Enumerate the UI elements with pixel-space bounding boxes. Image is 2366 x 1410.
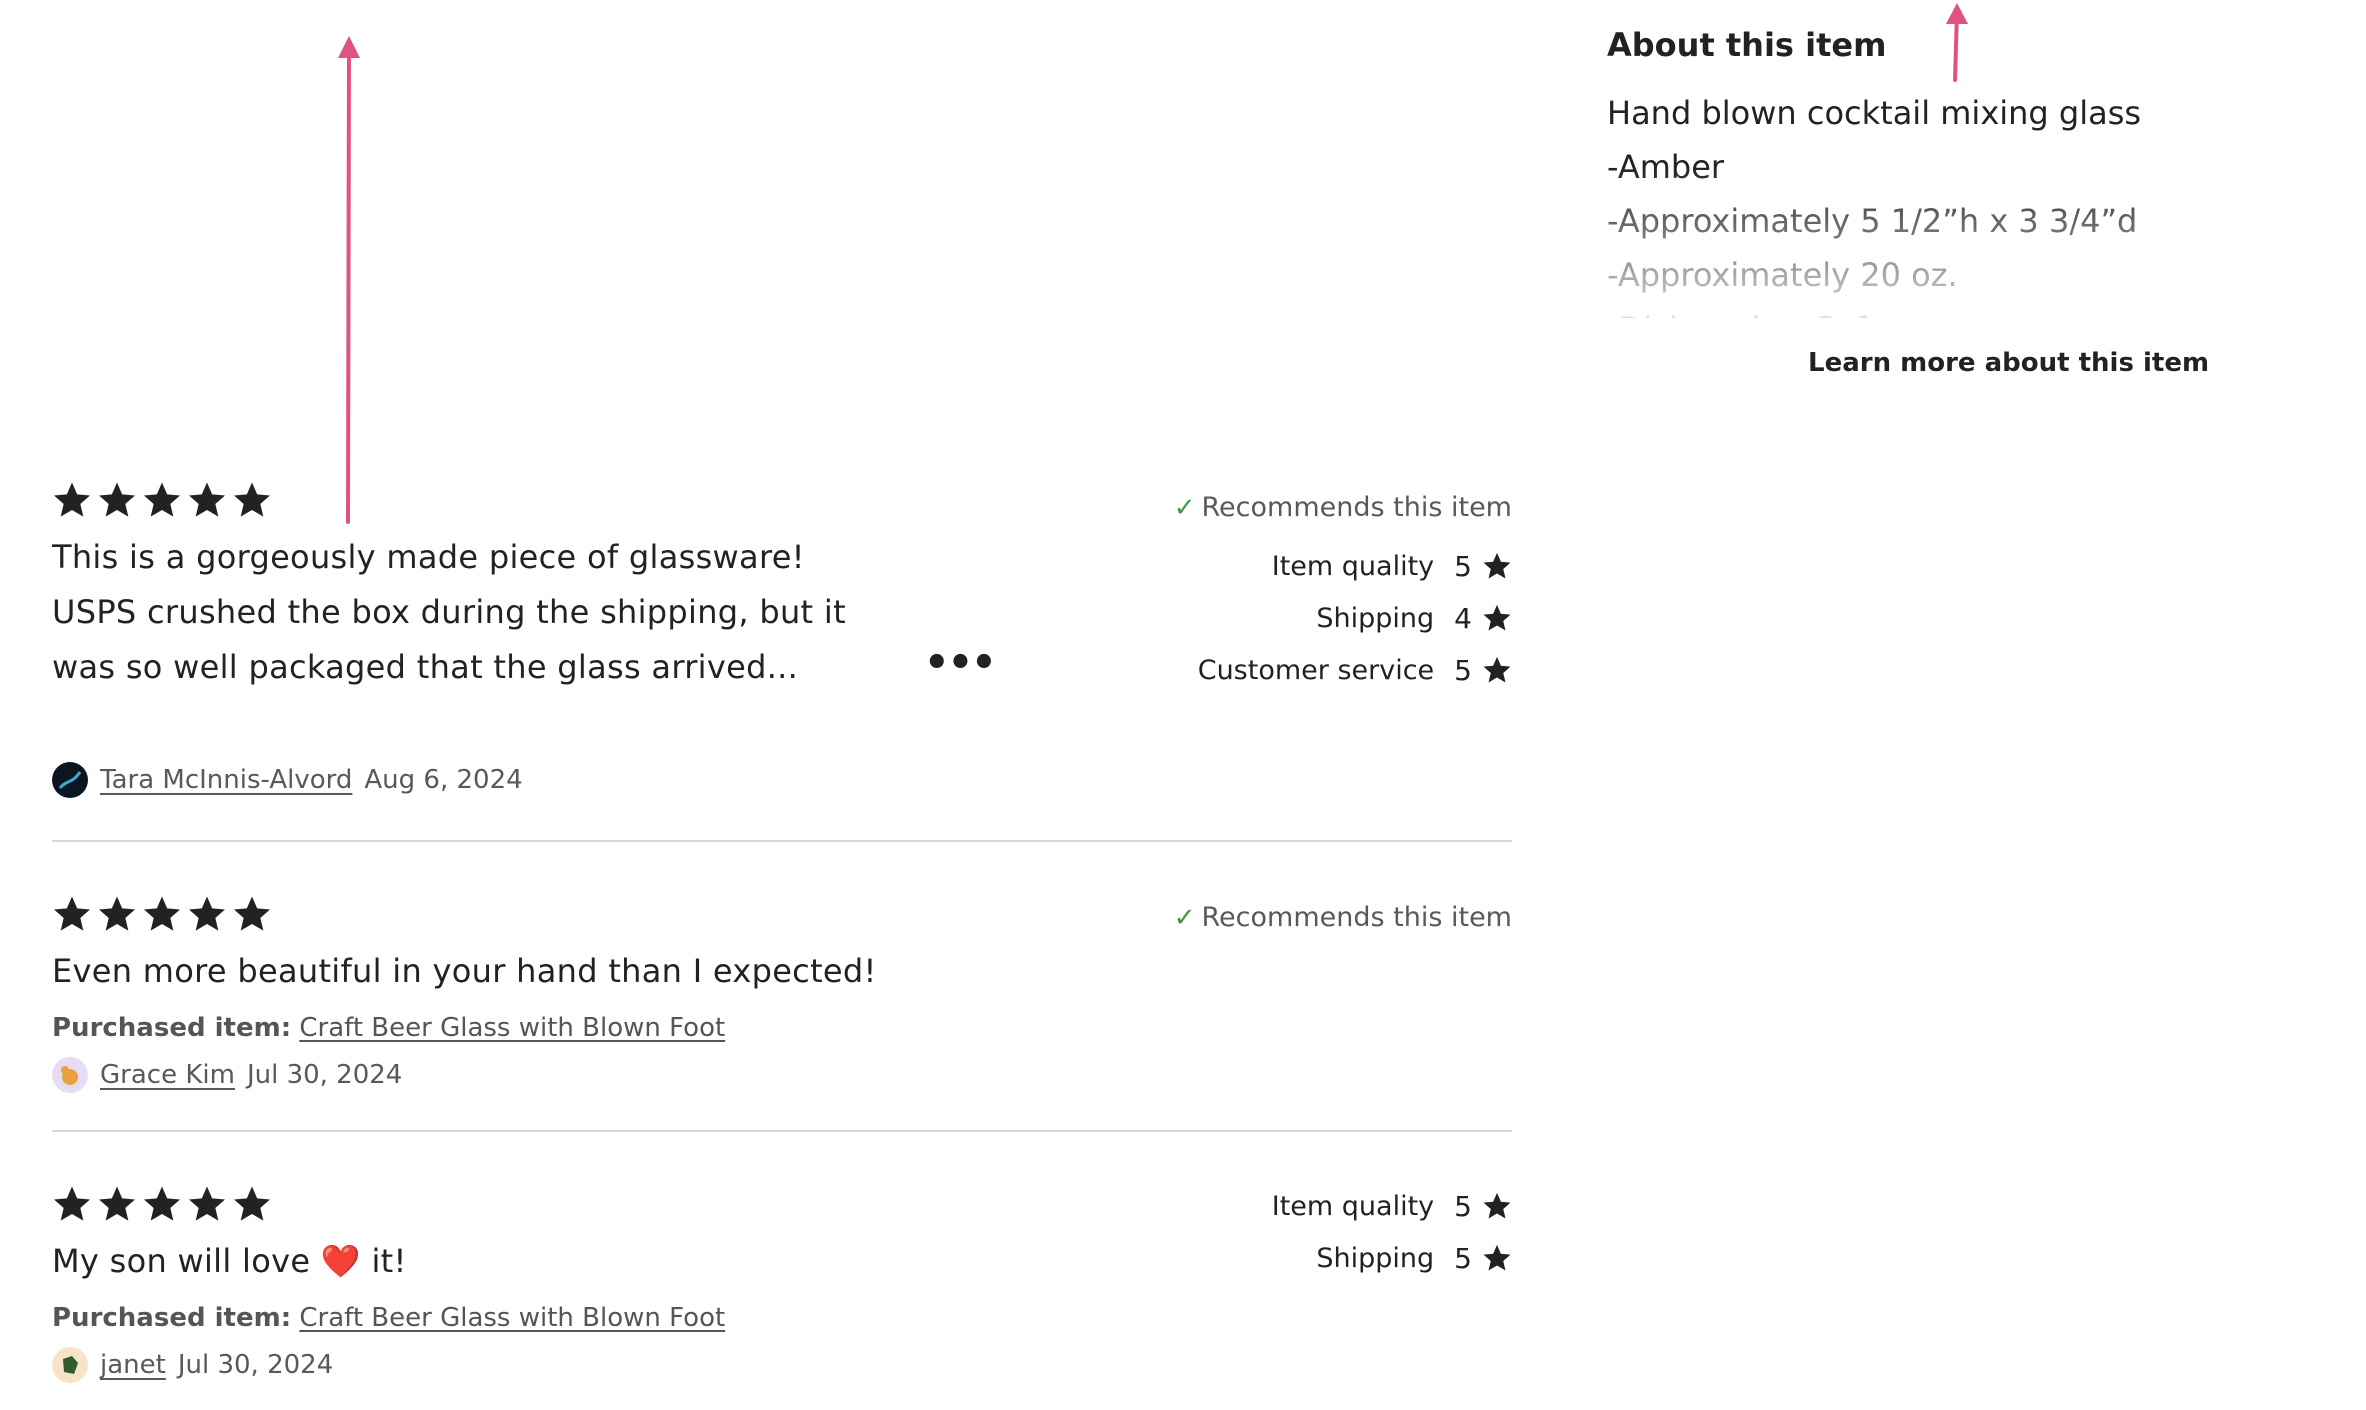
review-text: Even more beautiful in your hand than I …: [52, 952, 877, 990]
star-icon: [97, 1184, 137, 1224]
author-link[interactable]: Grace Kim: [100, 1060, 235, 1090]
rating-value: 5: [1454, 549, 1472, 583]
review-text: This is a gorgeously made piece of glass…: [52, 538, 846, 686]
review-text-start: My son will love: [52, 1242, 311, 1280]
review-byline: Tara McInnis-Alvord Aug 6, 2024: [52, 762, 523, 798]
review-text-end: it!: [371, 1242, 407, 1280]
rating-label: Item quality: [1271, 1190, 1435, 1222]
star-icon: [97, 480, 137, 520]
recommends-badge: ✓ Recommends this item: [1174, 492, 1512, 523]
purchased-item: Purchased item: Craft Beer Glass with Bl…: [52, 1301, 1512, 1335]
star-icon: [232, 1184, 272, 1224]
star-icon: [97, 894, 137, 934]
recommends-label: Recommends this item: [1201, 492, 1513, 523]
rating-label: Customer service: [1197, 654, 1435, 686]
purchased-label: Purchased item:: [52, 1013, 292, 1043]
rating-label: Shipping: [1316, 602, 1435, 634]
star-icon: [187, 894, 227, 934]
rating-row-shipping: Shipping 4: [1012, 592, 1512, 644]
rating-breakdown: Item quality 5 Shipping 4 Customer servi…: [1012, 540, 1512, 696]
recommends-badge: ✓ Recommends this item: [1174, 902, 1512, 933]
star-icon: [1482, 1191, 1512, 1221]
star-icon: [1482, 655, 1512, 685]
avatar[interactable]: [52, 1057, 88, 1093]
rating-value: 5: [1454, 653, 1472, 687]
learn-more-button[interactable]: Learn more about this item: [1808, 348, 2209, 378]
review-date: Aug 6, 2024: [364, 765, 523, 795]
rating-row-shipping: Shipping 5: [1012, 1232, 1512, 1284]
star-icon: [52, 1184, 92, 1224]
heart-icon: ❤️: [320, 1242, 361, 1280]
rating-value: 4: [1454, 601, 1472, 635]
purchased-item-link[interactable]: Craft Beer Glass with Blown Foot: [299, 1303, 725, 1333]
annotation-arrow-left: [338, 36, 360, 524]
about-description: Hand blown cocktail mixing glass -Amber …: [1607, 86, 2227, 318]
rating-breakdown: Item quality 5 Shipping 5: [1012, 1180, 1512, 1284]
about-item-panel: About this item Hand blown cocktail mixi…: [1607, 24, 2227, 318]
star-icon: [187, 480, 227, 520]
check-icon: ✓: [1173, 492, 1196, 523]
review-date: Jul 30, 2024: [177, 1350, 334, 1380]
about-line: Hand blown cocktail mixing glass: [1607, 94, 2142, 132]
star-icon: [187, 1184, 227, 1224]
star-icon: [1482, 603, 1512, 633]
avatar[interactable]: [52, 762, 88, 798]
rating-label: Shipping: [1316, 1242, 1435, 1274]
about-line: -Approximately 5 1/2”h x 3 3/4”d: [1607, 202, 2138, 240]
check-icon: ✓: [1173, 902, 1196, 933]
rating-row-item-quality: Item quality 5: [1012, 540, 1512, 592]
review-item: Even more beautiful in your hand than I …: [52, 842, 1512, 1132]
review-item: My son will love ❤️ it! Item quality 5 S…: [52, 1132, 1512, 1383]
more-options-button[interactable]: •••: [924, 643, 997, 683]
purchased-label: Purchased item:: [52, 1303, 292, 1333]
reviews-list: This is a gorgeously made piece of glass…: [52, 480, 1512, 1383]
star-icon: [52, 894, 92, 934]
purchased-item-link[interactable]: Craft Beer Glass with Blown Foot: [299, 1013, 725, 1043]
review-item: This is a gorgeously made piece of glass…: [52, 480, 1512, 842]
star-icon: [52, 480, 92, 520]
about-line: -Dishwasher Safe: [1607, 302, 2227, 318]
about-title: About this item: [1607, 26, 1887, 64]
rating-row-customer-service: Customer service 5: [1012, 644, 1512, 696]
star-icon: [1482, 551, 1512, 581]
review-date: Jul 30, 2024: [246, 1060, 403, 1090]
rating-value: 5: [1454, 1189, 1472, 1223]
rating-row-item-quality: Item quality 5: [1012, 1180, 1512, 1232]
star-icon: [1482, 1243, 1512, 1273]
review-byline: janet Jul 30, 2024: [52, 1347, 1512, 1383]
star-icon: [232, 894, 272, 934]
recommends-label: Recommends this item: [1201, 902, 1513, 933]
star-icon: [142, 480, 182, 520]
rating-value: 5: [1454, 1241, 1472, 1275]
purchased-item: Purchased item: Craft Beer Glass with Bl…: [52, 1011, 1512, 1045]
about-line: -Approximately 20 oz.: [1607, 256, 1958, 294]
about-line: -Amber: [1607, 148, 1725, 186]
author-link[interactable]: janet: [100, 1350, 166, 1380]
review-byline: Grace Kim Jul 30, 2024: [52, 1057, 1512, 1093]
avatar[interactable]: [52, 1347, 88, 1383]
rating-label: Item quality: [1271, 550, 1435, 582]
author-link[interactable]: Tara McInnis-Alvord: [100, 765, 352, 795]
star-icon: [142, 1184, 182, 1224]
star-icon: [142, 894, 182, 934]
star-icon: [232, 480, 272, 520]
